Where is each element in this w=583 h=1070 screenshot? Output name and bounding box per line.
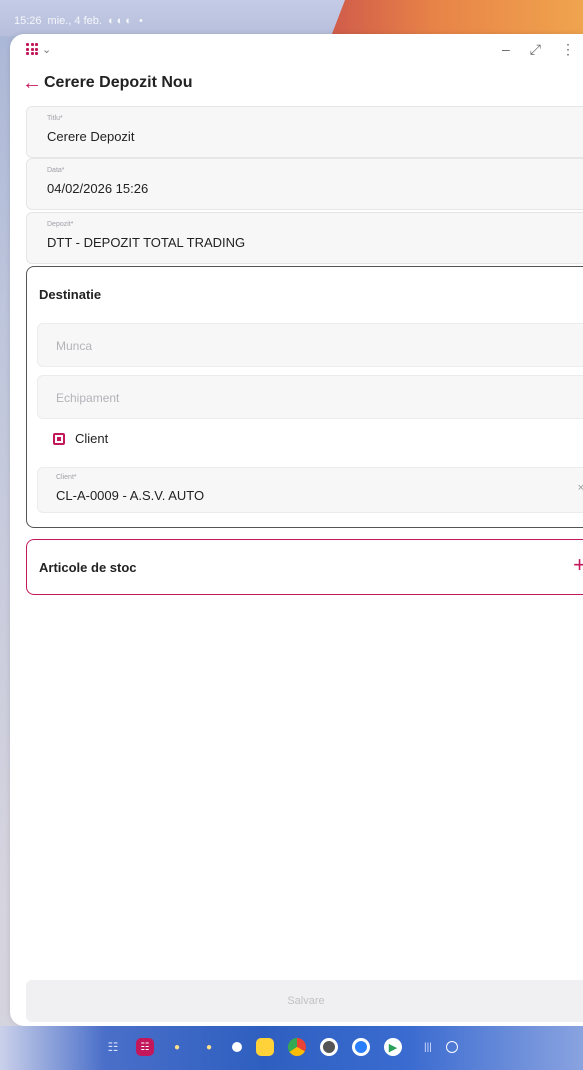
status-bar: 15:26 mie., 4 feb. ◐◐◐ •	[14, 12, 145, 30]
date-field[interactable]: Data* 04/02/2026 15:26	[26, 158, 583, 210]
plus-icon[interactable]: +	[573, 552, 583, 578]
notes-icon[interactable]	[256, 1038, 274, 1056]
chevron-down-icon: ⌄	[42, 43, 52, 56]
client-checkbox[interactable]	[53, 432, 65, 445]
depot-field[interactable]: Depozit* DTT - DEPOZIT TOTAL TRADING ›	[26, 212, 583, 264]
app-shortcut-icon[interactable]: ●	[168, 1038, 186, 1056]
apps-grid-icon[interactable]: ☷	[104, 1038, 122, 1056]
home-icon[interactable]	[445, 1041, 458, 1053]
stock-articles-title: Articole de stoc	[39, 560, 137, 575]
equipment-field-placeholder: Echipament	[56, 391, 120, 405]
app-menu-button[interactable]: ⌄	[26, 43, 51, 56]
app-shortcut-icon[interactable]: ●	[200, 1038, 218, 1056]
close-icon[interactable]: ×	[578, 482, 583, 494]
restore-icon[interactable]: ⤢	[530, 41, 541, 58]
app-window: ⌄ – ⤢ ⋮ ← Cerere Depozit Nou Titlu* Cere…	[10, 34, 583, 1026]
recents-icon[interactable]: |||	[424, 1042, 432, 1053]
client-checkbox-label: Client	[75, 431, 109, 446]
stock-articles-section[interactable]: Articole de stoc +	[26, 539, 583, 595]
taskbar: ☷ ☷ ● ● ▶ |||	[0, 1026, 583, 1070]
settings-icon[interactable]	[320, 1038, 338, 1056]
chrome-icon[interactable]	[288, 1038, 306, 1056]
client-field[interactable]: Client* CL-A-0009 - A.S.V. AUTO ×	[37, 467, 583, 513]
destination-section: Destinatie Munca Echipament Client Clien…	[26, 266, 583, 528]
status-icons: ◐◐◐ •	[107, 15, 145, 27]
page-title: Cerere Depozit Nou	[44, 74, 193, 91]
depot-field-label: Depozit*	[47, 221, 74, 228]
destination-title: Destinatie	[39, 287, 102, 302]
status-date: mie., 4 feb.	[47, 15, 102, 27]
date-field-value: 04/02/2026 15:26	[47, 181, 149, 196]
arrow-left-icon[interactable]: ←	[22, 72, 44, 95]
record-icon[interactable]	[232, 1042, 242, 1052]
chat-icon[interactable]	[352, 1038, 370, 1056]
equipment-field[interactable]: Echipament	[37, 375, 583, 419]
depot-field-value: DTT - DEPOZIT TOTAL TRADING	[47, 235, 246, 250]
app-launcher-icon[interactable]: ☷	[136, 1038, 154, 1056]
title-field-value: Cerere Depozit	[47, 129, 135, 144]
work-field[interactable]: Munca	[37, 323, 583, 367]
window-titlebar: ⌄ – ⤢ ⋮	[10, 34, 583, 64]
title-field[interactable]: Titlu* Cerere Depozit	[26, 106, 583, 158]
save-button-label: Salvare	[287, 995, 325, 1007]
client-field-label: Client*	[56, 474, 77, 481]
save-button[interactable]: Salvare	[26, 980, 583, 1022]
title-field-label: Titlu*	[47, 115, 63, 122]
minimize-icon[interactable]: –	[502, 41, 510, 57]
client-field-value: CL-A-0009 - A.S.V. AUTO	[56, 488, 205, 503]
taskbar-icons: ☷ ☷ ● ● ▶ |||	[104, 1038, 458, 1056]
date-field-label: Data*	[47, 167, 65, 174]
work-field-placeholder: Munca	[56, 339, 93, 353]
page-header: ← Cerere Depozit Nou	[10, 70, 583, 96]
status-time: 15:26	[14, 15, 42, 27]
maximize-icon[interactable]: ⋮	[561, 41, 575, 58]
grid-icon	[26, 43, 38, 55]
client-checkbox-row[interactable]: Client	[53, 431, 108, 446]
play-store-icon[interactable]: ▶	[384, 1038, 402, 1056]
window-controls: – ⤢ ⋮	[502, 41, 575, 58]
